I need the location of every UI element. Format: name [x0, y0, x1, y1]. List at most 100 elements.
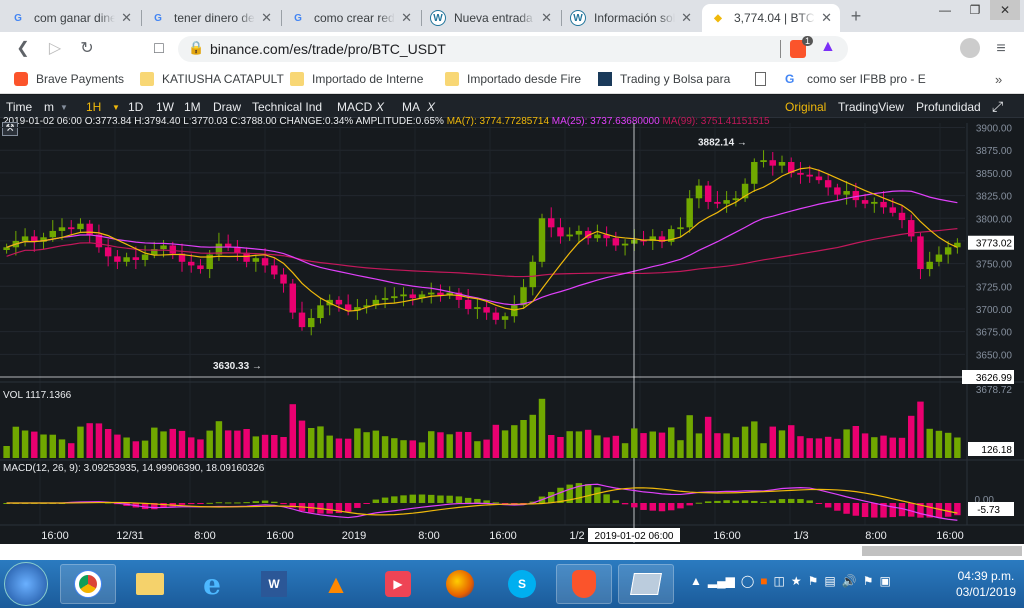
volume-bar — [621, 443, 629, 458]
time-axis-label: 1/3 — [793, 530, 808, 542]
volume-bar — [760, 443, 767, 458]
volume-bar — [31, 431, 38, 458]
system-clock[interactable]: 04:39 p.m. 03/01/2019 — [956, 568, 1016, 600]
explorer-taskbar-icon[interactable] — [122, 564, 178, 604]
macd-histogram-bar — [686, 503, 693, 506]
address-bar[interactable]: 🔒 binance.com/es/trade/pro/BTC_USDT — [178, 36, 848, 62]
wordpress-icon: W — [570, 10, 586, 26]
back-icon[interactable]: ❮ — [12, 38, 34, 60]
browser-tab[interactable]: Gcomo crear red ✕ — [282, 4, 420, 32]
close-tab-icon[interactable]: ✕ — [401, 10, 412, 26]
profile-icon[interactable] — [960, 38, 980, 58]
tray-icon[interactable]: ■ — [760, 574, 767, 594]
volume-bar — [741, 426, 749, 458]
volume-bar — [252, 436, 260, 458]
bookmark-item[interactable] — [755, 72, 774, 86]
new-tab-button[interactable]: + — [845, 5, 867, 27]
clock-date: 03/01/2019 — [955, 585, 1016, 599]
bookmark-item[interactable]: Brave Payments — [14, 72, 124, 86]
window-taskbar-icon[interactable] — [618, 564, 674, 604]
volume-bar — [381, 436, 389, 458]
volume-icon[interactable]: 🔊 — [842, 574, 857, 594]
browser-tab[interactable]: Gcom ganar dinero ✕ — [2, 4, 140, 32]
menu-icon[interactable]: ≡ — [990, 38, 1012, 60]
bookmark-icon[interactable]: □ — [148, 38, 170, 60]
tray-icon[interactable]: ▣ — [879, 574, 890, 594]
bookmark-label: como ser IFBB pro - E — [807, 72, 926, 86]
start-button[interactable] — [4, 562, 48, 606]
chart-canvas[interactable]: 3650.003675.003700.003725.003750.003775.… — [0, 95, 1024, 544]
vlc-taskbar-icon[interactable]: ▲ — [308, 564, 364, 604]
price-tick-label: 3700.00 — [976, 305, 1013, 316]
volume-bar — [769, 426, 776, 458]
browser-tab[interactable]: Gtener dinero de ✕ — [142, 4, 280, 32]
candle-body — [261, 258, 269, 266]
tray-icon[interactable]: ⚑ — [808, 574, 819, 594]
volume-bar — [455, 431, 463, 458]
horizontal-scrollbar[interactable] — [0, 544, 1024, 560]
media-player-taskbar-icon[interactable]: ▶ — [370, 564, 426, 604]
volume-bar — [880, 435, 887, 458]
close-tab-icon[interactable]: ✕ — [261, 10, 272, 26]
close-tab-icon[interactable]: ✕ — [541, 10, 552, 26]
tray-icon[interactable]: ◯ — [741, 574, 754, 594]
candle-body — [871, 201, 878, 204]
candle-body — [169, 245, 176, 254]
close-tab-icon[interactable]: ✕ — [681, 10, 692, 26]
close-tab-icon[interactable]: ✕ — [121, 10, 132, 26]
candle-body — [141, 254, 149, 260]
bookmark-item[interactable]: Importado de Interne — [290, 72, 423, 86]
bookmark-item[interactable]: Importado desde Fire — [445, 72, 581, 86]
browser-tab[interactable]: W Nueva entrada ✕ — [422, 4, 560, 32]
ie-taskbar-icon[interactable]: e — [184, 564, 240, 604]
forward-icon[interactable]: ▷ — [44, 38, 66, 60]
volume-bar — [58, 439, 66, 458]
tray-icon[interactable]: ◫ — [774, 574, 785, 594]
word-taskbar-icon[interactable]: W — [246, 564, 302, 604]
candle-body — [529, 261, 536, 288]
maximize-button[interactable]: ❐ — [960, 0, 990, 20]
candle-body — [557, 227, 564, 237]
close-tab-icon[interactable]: ✕ — [821, 10, 832, 26]
time-axis-label: 1/2 — [569, 530, 584, 542]
flag-icon[interactable]: ⚑ — [863, 574, 874, 594]
bookmarks-more-button[interactable]: » — [995, 72, 1002, 87]
bookmark-item[interactable]: Gcomo ser IFBB pro - E — [785, 72, 926, 86]
browser-tab[interactable]: ◆ 3,774.04 | BTC/U ✕ — [702, 4, 840, 32]
volume-bar — [548, 435, 555, 458]
close-window-button[interactable]: ✕ — [990, 0, 1020, 20]
time-axis-label: 8:00 — [418, 530, 439, 542]
reload-icon[interactable]: ↻ — [76, 38, 98, 60]
macd-histogram-bar — [428, 494, 435, 503]
bookmark-item[interactable]: Trading y Bolsa para — [598, 72, 730, 86]
brave-rewards-icon[interactable]: ▲ — [820, 38, 838, 58]
volume-bar — [834, 438, 841, 458]
tray-icon[interactable]: ▲ — [690, 574, 702, 594]
scrollbar-thumb[interactable] — [862, 546, 1022, 556]
macd-histogram-bar — [215, 502, 223, 504]
tray-icon[interactable]: ★ — [791, 574, 802, 594]
volume-bar — [178, 430, 186, 458]
volume-bar — [732, 437, 740, 458]
volume-bar — [594, 435, 601, 458]
network-icon[interactable]: ▤ — [824, 574, 835, 594]
candle-body — [298, 312, 306, 328]
macd-histogram-bar — [852, 503, 860, 516]
bookmark-item[interactable]: KATIUSHA CATAPULT — [140, 72, 284, 86]
chrome-taskbar-icon[interactable] — [60, 564, 116, 604]
system-tray[interactable]: ▲ ▂▄▆ ◯ ■ ◫ ★ ⚑ ▤ 🔊 ⚑ ▣ — [690, 574, 920, 594]
volume-bar — [68, 443, 75, 458]
firefox-taskbar-icon[interactable] — [432, 564, 488, 604]
bookmark-label: Importado de Interne — [312, 72, 424, 86]
time-axis-label: 16:00 — [936, 530, 964, 542]
brave-taskbar-icon[interactable] — [556, 564, 612, 604]
browser-tab[interactable]: W Información sob ✕ — [562, 4, 700, 32]
volume-bar — [298, 420, 306, 458]
folder-icon — [140, 72, 154, 86]
signal-icon[interactable]: ▂▄▆ — [708, 574, 735, 594]
time-axis-label: 16:00 — [266, 530, 294, 542]
brave-badge: 1 — [802, 36, 814, 46]
skype-taskbar-icon[interactable]: S — [494, 564, 550, 604]
volume-bar — [474, 441, 481, 458]
minimize-button[interactable]: — — [930, 0, 960, 20]
